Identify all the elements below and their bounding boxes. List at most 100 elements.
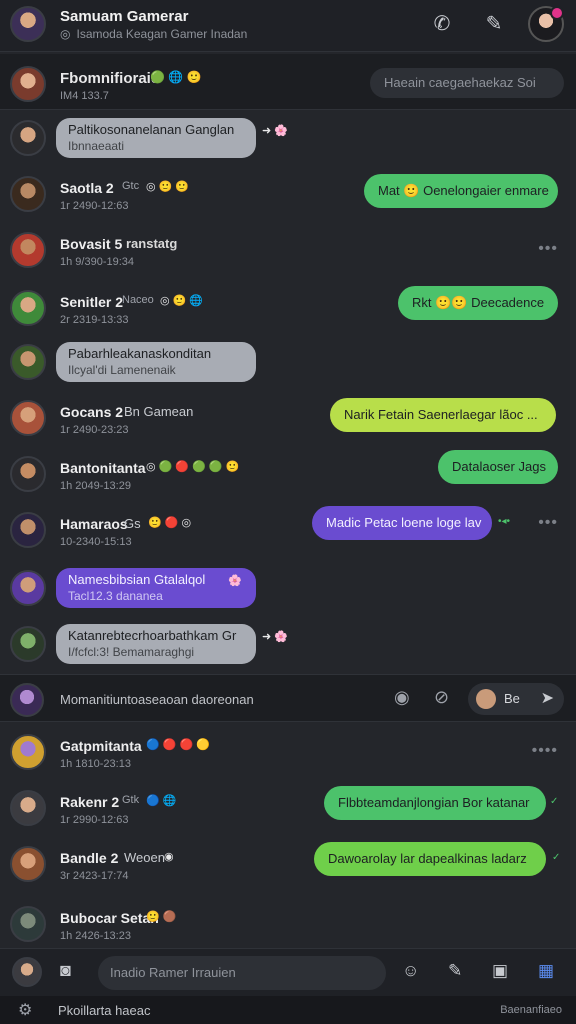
message-subtext: Ilcyal'di Lamenenaik (68, 363, 176, 377)
sender-extra: ranstatg (126, 236, 178, 251)
sender-extra: Naceo (122, 294, 154, 306)
message-bubble[interactable]: Mat 🙂 Oenelongaier enmare (364, 174, 558, 208)
list-item[interactable]: Rakenr 2 Gtk 🔵 🌐 1r 2990-12:63 Flbbteamd… (0, 786, 576, 842)
list-item[interactable]: Bantonitanta ◎ 🟢 🔴 🟢 🟢 🙂 1h 2049-13:29 D… (0, 450, 576, 508)
avatar (10, 120, 46, 156)
sender-name: Bovasit 5 (60, 236, 123, 252)
reply-composer: Momanitiuntoaseaoan daoreonan ◉ ⊘ Be ➤ (0, 674, 576, 722)
reaction-icons: 🙂 🟤 (146, 911, 177, 923)
footer-label: Pkoillarta haeac (58, 1003, 151, 1018)
composer-text[interactable]: Momanitiuntoaseaoan daoreonan (60, 692, 254, 707)
message-bubble[interactable]: Pabarhleakanaskonditan Ilcyal'di Lamenen… (56, 342, 256, 382)
reaction-icons: ◎ 🙂 🌐 (160, 295, 204, 307)
avatar (10, 790, 46, 826)
reaction-icons: 🔵 🌐 (146, 795, 177, 807)
send-label: Be (504, 691, 520, 706)
message-subtext: Ibnnaeaati (68, 139, 125, 153)
avatar (10, 626, 46, 662)
sender-extra: Weoen (124, 850, 165, 865)
message-bubble[interactable]: Katanrebtecrhoarbathkam Gr I/fcfcl:3! Be… (56, 624, 256, 664)
avatar (10, 176, 46, 212)
pinned-emoji: 🟢 🌐 🙂 (150, 70, 202, 84)
user-avatar[interactable] (12, 957, 42, 987)
sender-name: Rakenr 2 (60, 794, 120, 810)
message-text: Paltikosonanelanan Ganglan (68, 122, 235, 137)
list-item[interactable]: Hamaraos Gs 🙂 🔴 ◎ 10-2340-15:13 Madic Pe… (0, 506, 576, 564)
message-bubble[interactable]: Madic Petac loene loge lav (312, 506, 492, 540)
gallery-icon[interactable]: ▣ (492, 961, 508, 981)
message-subtext: I/fcfcl:3! Bemamaraghgi (68, 645, 195, 659)
pinned-row[interactable]: Fbomnifioraie IM4 133.7 🟢 🌐 🙂 Haeain cae… (0, 54, 576, 110)
message-bubble[interactable]: Narik Fetain Saenerlaegar lãoc ... (330, 398, 556, 432)
list-item[interactable]: Senitler 2 Naceo ◎ 🙂 🌐 2r 2319-13:33 Rkt… (0, 286, 576, 342)
message-time: 2r 2319-13:33 (60, 314, 129, 326)
message-text: Namesbibsian Gtalalqol (68, 572, 206, 587)
phone-icon[interactable]: ✆ (428, 10, 456, 38)
list-item[interactable]: Saotla 2 Gtc ◎ 🙂 🙂 1r 2490-12:63 Mat 🙂 O… (0, 172, 576, 228)
pen-icon[interactable]: ✎ (480, 10, 508, 38)
gift-icon[interactable]: ▦ (538, 961, 554, 981)
chat-subtitle-text: Isamoda Keagan Gamer Inadan (76, 27, 248, 41)
list-item[interactable]: Pabarhleakanaskonditan Ilcyal'di Lamenen… (0, 340, 576, 396)
footer-right-label[interactable]: Baenanfiaeo (500, 1004, 562, 1016)
send-button[interactable]: Be ➤ (468, 683, 564, 715)
message-input[interactable]: Inadio Ramer Irrauien (98, 956, 386, 990)
avatar (10, 734, 46, 770)
list-item[interactable]: Namesbibsian Gtalalqol Tacl12.3 dananea … (0, 566, 576, 622)
group-avatar[interactable] (10, 6, 46, 42)
message-bubble[interactable]: Flbbteamdanjlongian Bor katanar (324, 786, 546, 820)
message-time: 1h 1810-23:13 (60, 758, 131, 770)
search-input[interactable]: Haeain caegaehaekaz Soi (370, 68, 564, 98)
message-time: 1r 2990-12:63 (60, 814, 129, 826)
message-time: 1h 9/390-19:34 (60, 256, 135, 268)
message-bubble[interactable]: Paltikosonanelanan Ganglan Ibnnaeaati (56, 118, 256, 158)
composer-avatar (10, 683, 44, 717)
more-icon[interactable]: ••• (538, 240, 558, 258)
list-item[interactable]: Gatpmitanta 🔵 🔴 🔴 🟡 1h 1810-23:13 •••• (0, 730, 576, 786)
list-item[interactable]: Katanrebtecrhoarbathkam Gr I/fcfcl:3! Be… (0, 622, 576, 678)
reaction-icons: ◉ (164, 851, 174, 863)
reaction-icons: 🙂 🔴 ◎ (148, 517, 192, 529)
sticker-icon[interactable]: ☺ (402, 961, 419, 981)
sender-extra: Gtk (122, 794, 140, 806)
sender-extra: Gtc (122, 180, 140, 192)
list-item[interactable]: Bovasit 5 ranstatg 1h 9/390-19:34 ••• (0, 228, 576, 284)
message-bubble[interactable]: Namesbibsian Gtalalqol Tacl12.3 dananea (56, 568, 256, 608)
read-receipt-icon: •◂• (498, 516, 511, 527)
avatar (10, 290, 46, 326)
message-bubble[interactable]: Rkt 🙂🙂 Deecadence (398, 286, 558, 320)
more-icon[interactable]: •••• (532, 742, 558, 760)
sticker-icon[interactable]: ◉ (394, 687, 410, 708)
sender-extra: Gs (124, 516, 141, 531)
sender-name: Saotla 2 (60, 180, 114, 196)
sender-name: Gocans 2 (60, 404, 124, 420)
message-bubble[interactable]: Datalaoser Jags (438, 450, 558, 484)
reaction-icon[interactable]: ➜ 🌸 (262, 630, 288, 643)
list-item[interactable]: Paltikosonanelanan Ganglan Ibnnaeaati ➜ … (0, 116, 576, 172)
mute-icon[interactable]: ⊘ (434, 687, 449, 708)
pen-icon[interactable]: ✎ (448, 961, 462, 981)
list-item[interactable]: Gocans 2 Bn Gamean 1r 2490-23:23 Narik F… (0, 396, 576, 452)
chat-title: Samuam Gamerar (60, 8, 189, 25)
sender-name: Senitler 2 (60, 294, 124, 310)
avatar (10, 846, 46, 882)
message-time: 1h 2049-13:29 (60, 480, 131, 492)
avatar (10, 344, 46, 380)
reaction-icon[interactable]: 🌸 (228, 574, 242, 587)
read-receipt-icon: ✓ (550, 796, 559, 807)
message-bubble[interactable]: Dawoarolay lar dapealkinas ladarz (314, 842, 546, 876)
avatar (10, 512, 46, 548)
message-text: Katanrebtecrhoarbathkam Gr (68, 628, 237, 643)
pinned-name: Fbomnifioraie (60, 70, 160, 87)
camera-icon[interactable]: ◙ (60, 960, 71, 981)
send-icon: ➤ (540, 690, 554, 707)
message-time: 1h 2426-13:23 (60, 930, 131, 942)
sender-name: Bantonitanta (60, 460, 146, 476)
message-time: 1r 2490-23:23 (60, 424, 129, 436)
chat-subtitle: ◎ Isamoda Keagan Gamer Inadan (60, 27, 247, 41)
list-item[interactable]: Bandle 2 Weoen ◉ 3r 2423-17:74 Dawoarola… (0, 842, 576, 898)
reaction-icon[interactable]: ➜ 🌸 (262, 124, 288, 137)
profile-avatar[interactable] (528, 6, 564, 42)
settings-icon[interactable]: ⚙ (18, 1000, 32, 1020)
more-icon[interactable]: ••• (538, 514, 558, 532)
